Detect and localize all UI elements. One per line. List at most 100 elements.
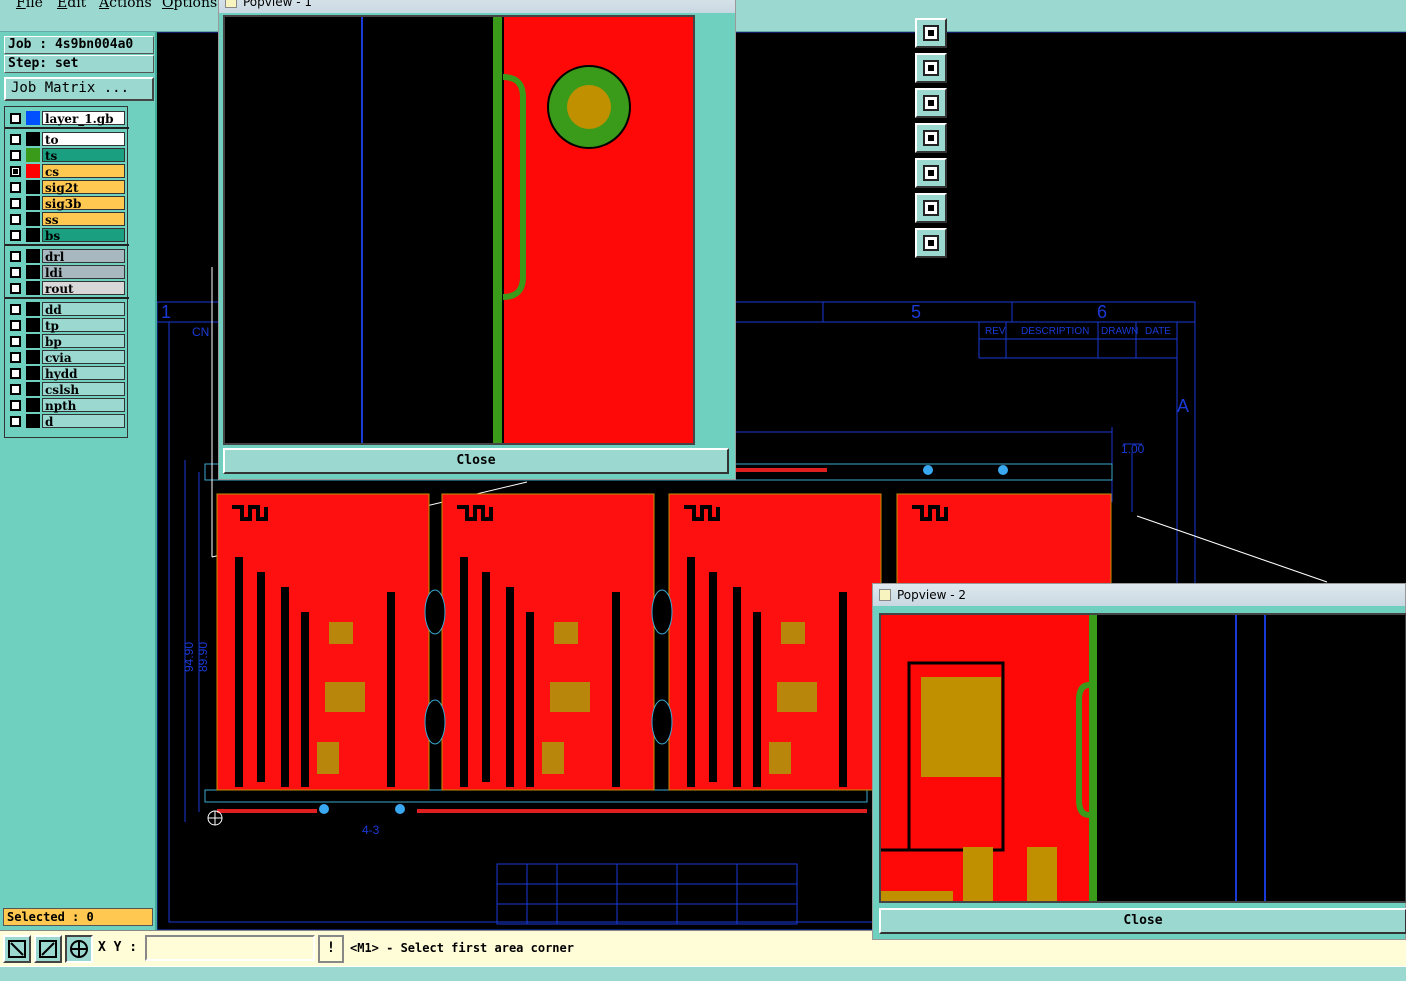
layer-row[interactable]: ldi	[6, 264, 127, 280]
layer-checkbox[interactable]	[10, 251, 21, 262]
layer-color-swatch[interactable]	[26, 164, 40, 178]
layer-name[interactable]: sig2t	[42, 180, 125, 195]
layer-checkbox[interactable]	[10, 150, 21, 161]
pop1-zoom-button[interactable]	[915, 18, 947, 48]
layer-color-swatch[interactable]	[26, 366, 40, 380]
layer-checkbox[interactable]	[10, 320, 21, 331]
layer-checkbox[interactable]	[10, 400, 21, 411]
layer-row[interactable]: cvia	[6, 349, 127, 365]
popview-2-close-button[interactable]: Close	[879, 908, 1406, 934]
layer-color-swatch[interactable]	[26, 334, 40, 348]
layer-color-swatch[interactable]	[26, 302, 40, 316]
job-matrix-button[interactable]: Job Matrix ...	[4, 77, 154, 101]
layer-name[interactable]: layer_1.gb	[42, 111, 125, 126]
layer-color-swatch[interactable]	[26, 212, 40, 226]
layer-name[interactable]: drl	[42, 249, 125, 264]
popview-1-view[interactable]	[223, 15, 695, 445]
layer-name[interactable]: cs	[42, 164, 125, 179]
layer-color-swatch[interactable]	[26, 196, 40, 210]
layer-row[interactable]: tp	[6, 317, 127, 333]
pop1-pan-right-button[interactable]	[915, 158, 947, 188]
layer-checkbox[interactable]	[10, 304, 21, 315]
pop1-pan-up-button[interactable]	[915, 53, 947, 83]
layer-row[interactable]: ts	[6, 147, 127, 163]
layer-checkbox[interactable]	[10, 113, 21, 124]
layer-name[interactable]: cvia	[42, 350, 125, 365]
menu-file[interactable]: File	[16, 0, 43, 11]
layer-color-swatch[interactable]	[26, 414, 40, 428]
layer-name[interactable]: cslsh	[42, 382, 125, 397]
layer-checkbox[interactable]	[10, 352, 21, 363]
layer-name[interactable]: d	[42, 414, 125, 429]
popview-1-titlebar[interactable]: Popview - 1	[219, 0, 735, 13]
layer-name[interactable]: to	[42, 132, 125, 147]
layer-name[interactable]: bs	[42, 228, 125, 243]
layer-checkbox[interactable]	[10, 214, 21, 225]
pop1-pan-left-button[interactable]	[915, 123, 947, 153]
layer-name[interactable]: ts	[42, 148, 125, 163]
layer-row[interactable]: to	[6, 131, 127, 147]
layer-checkbox[interactable]	[10, 368, 21, 379]
menu-actions[interactable]: Actions	[99, 0, 152, 11]
layer-color-swatch[interactable]	[26, 180, 40, 194]
layer-row[interactable]: d	[6, 413, 127, 429]
layer-checkbox[interactable]	[10, 166, 21, 177]
layer-color-swatch[interactable]	[26, 249, 40, 263]
layer-name[interactable]: sig3b	[42, 196, 125, 211]
layer-color-swatch[interactable]	[26, 318, 40, 332]
layer-checkbox[interactable]	[10, 416, 21, 427]
layer-color-swatch[interactable]	[26, 350, 40, 364]
layer-row[interactable]: cs	[6, 163, 127, 179]
pan-right-icon	[923, 165, 939, 181]
layer-name[interactable]: rout	[42, 281, 125, 296]
layer-row[interactable]: sig3b	[6, 195, 127, 211]
popview-2-titlebar[interactable]: Popview - 2	[873, 584, 1405, 606]
layer-name[interactable]: hydd	[42, 366, 125, 381]
layer-name[interactable]: tp	[42, 318, 125, 333]
menu-edit[interactable]: Edit	[57, 0, 86, 11]
xy-input[interactable]	[145, 935, 315, 961]
layer-color-swatch[interactable]	[26, 382, 40, 396]
layer-row[interactable]: npth	[6, 397, 127, 413]
layer-row[interactable]: rout	[6, 280, 127, 296]
layer-checkbox[interactable]	[10, 230, 21, 241]
layer-color-swatch[interactable]	[26, 281, 40, 295]
layer-checkbox[interactable]	[10, 182, 21, 193]
layer-color-swatch[interactable]	[26, 132, 40, 146]
layer-row[interactable]: ss	[6, 211, 127, 227]
measure-button[interactable]	[34, 935, 62, 963]
layer-row[interactable]: dd	[6, 301, 127, 317]
layer-row[interactable]: drl	[6, 248, 127, 264]
layer-row[interactable]: sig2t	[6, 179, 127, 195]
layer-color-swatch[interactable]	[26, 398, 40, 412]
layer-name[interactable]: ldi	[42, 265, 125, 280]
layer-checkbox[interactable]	[10, 198, 21, 209]
popview-2-view[interactable]	[879, 613, 1406, 903]
layer-checkbox[interactable]	[10, 336, 21, 347]
layer-color-swatch[interactable]	[26, 265, 40, 279]
layer-checkbox[interactable]	[10, 267, 21, 278]
layer-checkbox[interactable]	[10, 283, 21, 294]
layer-name[interactable]: npth	[42, 398, 125, 413]
layer-name[interactable]: dd	[42, 302, 125, 317]
layer-row[interactable]: bs	[6, 227, 127, 243]
pop1-pan-down-button[interactable]	[915, 88, 947, 118]
layer-name[interactable]: ss	[42, 212, 125, 227]
popview-1-close-button[interactable]: Close	[223, 448, 729, 474]
menu-options[interactable]: Options	[162, 0, 217, 11]
layer-row[interactable]: hydd	[6, 365, 127, 381]
layer-color-swatch[interactable]	[26, 148, 40, 162]
grid-snap-button[interactable]	[65, 935, 93, 963]
layer-row[interactable]: bp	[6, 333, 127, 349]
layer-checkbox[interactable]	[10, 134, 21, 145]
layer-color-swatch[interactable]	[26, 111, 40, 125]
zoom-area-button[interactable]	[3, 935, 31, 963]
layer-name[interactable]: bp	[42, 334, 125, 349]
layer-row[interactable]: cslsh	[6, 381, 127, 397]
layer-checkbox[interactable]	[10, 384, 21, 395]
pop1-zoom-in-button[interactable]	[915, 193, 947, 223]
pop1-zoom-out-button[interactable]	[915, 228, 947, 258]
layer-row[interactable]: layer_1.gb	[6, 110, 127, 126]
message-button[interactable]: !	[318, 935, 344, 963]
layer-color-swatch[interactable]	[26, 228, 40, 242]
